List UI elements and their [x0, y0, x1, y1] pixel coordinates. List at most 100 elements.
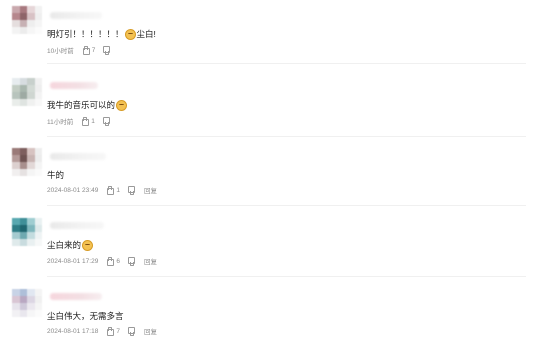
avatar-mosaic-cell	[12, 218, 20, 225]
thumbs-down-icon	[127, 327, 135, 336]
like-button[interactable]: 6	[106, 257, 120, 266]
avatar-mosaic-cell	[34, 85, 42, 92]
avatar-mosaic-cell	[12, 232, 20, 239]
avatar-mosaic-cell	[19, 218, 27, 225]
avatar-mosaic-cell	[34, 148, 42, 155]
dislike-button[interactable]	[102, 117, 112, 126]
grin-emoji-icon	[124, 28, 136, 40]
avatar-mosaic-cell	[27, 310, 35, 317]
comment-item: 明灯引！！！！！！ 尘白! 10小时前 7	[0, 0, 540, 64]
comment-item: 牛的 2024-08-01 23:49 1 回复	[0, 141, 540, 206]
like-count: 1	[91, 117, 95, 125]
dislike-button[interactable]	[102, 46, 112, 55]
timestamp: 2024-08-01 17:29	[47, 257, 99, 265]
avatar-mosaic-cell	[12, 13, 20, 20]
like-button[interactable]: 7	[82, 46, 95, 55]
thumbs-down-icon	[127, 186, 135, 195]
like-button[interactable]: 1	[106, 186, 120, 195]
comment-item: 尘白伟大，无需多言 2024-08-01 17:18 7 回复	[0, 282, 540, 342]
avatar-mosaic-cell	[12, 296, 20, 303]
avatar-mosaic-cell	[19, 289, 27, 296]
comment-text: 牛的	[47, 170, 65, 180]
love-emoji-icon	[116, 99, 128, 111]
divider	[47, 63, 526, 64]
avatar-mosaic-cell	[12, 225, 20, 232]
avatar-mosaic-cell	[27, 232, 35, 239]
avatar-mosaic-cell	[12, 6, 20, 13]
dislike-button[interactable]	[127, 186, 137, 195]
avatar-mosaic-cell	[19, 13, 27, 20]
comment-meta: 2024-08-01 23:49 1 回复	[47, 185, 157, 195]
divider	[47, 136, 526, 137]
avatar[interactable]	[12, 218, 42, 246]
avatar-mosaic-cell	[34, 225, 42, 232]
timestamp: 2024-08-01 23:49	[47, 186, 99, 194]
avatar-mosaic-cell	[12, 310, 20, 317]
avatar-mosaic-cell	[27, 99, 35, 106]
avatar-mosaic-cell	[34, 13, 42, 20]
like-count: 1	[116, 186, 120, 194]
avatar-mosaic-cell	[19, 296, 27, 303]
comment-meta: 11小时前 1	[47, 116, 119, 126]
avatar-mosaic-cell	[19, 85, 27, 92]
comment-meta: 10小时前 7	[47, 45, 119, 55]
username-blurred[interactable]	[50, 222, 104, 229]
timestamp: 10小时前	[47, 48, 74, 55]
like-count: 7	[116, 327, 120, 335]
avatar-mosaic-cell	[34, 218, 42, 225]
comment-item: 我牛的音乐可以的 11小时前 1	[0, 70, 540, 137]
avatar[interactable]	[12, 148, 42, 176]
avatar-mosaic-cell	[12, 303, 20, 310]
avatar-mosaic-cell	[34, 296, 42, 303]
avatar-mosaic-cell	[34, 169, 42, 176]
avatar-mosaic-cell	[27, 169, 35, 176]
avatar-mosaic-cell	[12, 239, 20, 246]
avatar-mosaic-cell	[19, 20, 27, 27]
username-blurred[interactable]	[50, 293, 102, 300]
avatar-mosaic-cell	[19, 148, 27, 155]
avatar-mosaic-cell	[34, 155, 42, 162]
comment-text: 明灯引！！！！！！ 尘白!	[47, 28, 156, 40]
like-button[interactable]: 1	[81, 117, 95, 126]
avatar[interactable]	[12, 78, 42, 106]
comment-text: 我牛的音乐可以的	[47, 99, 128, 111]
username-blurred[interactable]	[50, 153, 106, 160]
dislike-button[interactable]	[127, 327, 137, 336]
avatar-mosaic-cell	[12, 148, 20, 155]
cat-emoji-icon	[82, 239, 94, 251]
avatar-mosaic-cell	[19, 303, 27, 310]
username-blurred[interactable]	[50, 12, 102, 19]
avatar-mosaic-cell	[34, 6, 42, 13]
avatar-mosaic-cell	[27, 27, 35, 34]
avatar-mosaic-cell	[27, 296, 35, 303]
divider	[47, 276, 526, 277]
avatar-mosaic-cell	[27, 6, 35, 13]
like-button[interactable]: 7	[106, 327, 120, 336]
avatar-mosaic-cell	[12, 92, 20, 99]
avatar-mosaic-cell	[19, 169, 27, 176]
reply-button[interactable]: 回复	[144, 185, 157, 195]
avatar-mosaic-cell	[12, 27, 20, 34]
thumbs-up-icon	[106, 186, 115, 195]
avatar-mosaic-cell	[19, 99, 27, 106]
comment-meta: 2024-08-01 17:18 7 回复	[47, 326, 157, 336]
avatar-mosaic-cell	[27, 162, 35, 169]
thumbs-up-icon	[106, 257, 115, 266]
username-blurred[interactable]	[50, 82, 98, 89]
thumbs-up-icon	[81, 117, 90, 126]
avatar[interactable]	[12, 289, 42, 317]
comment-meta: 2024-08-01 17:29 6 回复	[47, 256, 157, 266]
avatar[interactable]	[12, 6, 42, 34]
avatar-mosaic-cell	[12, 85, 20, 92]
avatar-mosaic-cell	[27, 225, 35, 232]
avatar-mosaic-cell	[19, 310, 27, 317]
reply-button[interactable]: 回复	[144, 256, 157, 266]
avatar-mosaic-cell	[12, 289, 20, 296]
avatar-mosaic-cell	[19, 225, 27, 232]
dislike-button[interactable]	[127, 257, 137, 266]
avatar-mosaic-cell	[34, 232, 42, 239]
timestamp: 11小时前	[47, 119, 74, 126]
reply-button[interactable]: 回复	[144, 326, 157, 336]
avatar-mosaic-cell	[19, 239, 27, 246]
avatar-mosaic-cell	[27, 13, 35, 20]
